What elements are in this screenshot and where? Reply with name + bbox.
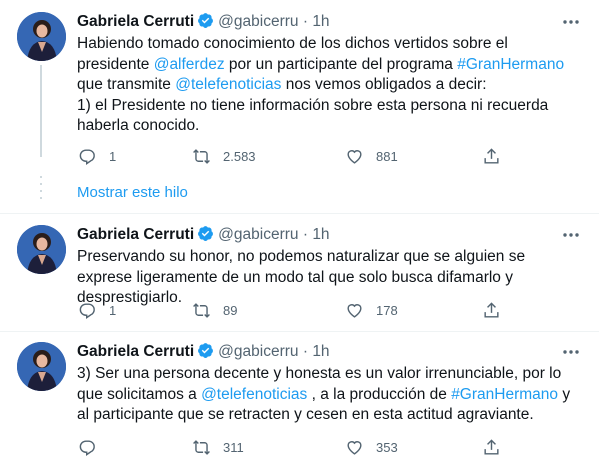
like-button[interactable]: 178 [345, 299, 398, 321]
reply-icon [79, 148, 95, 165]
tweet-text: Habiendo tomado conocimiento de los dich… [77, 34, 582, 137]
like-count: 178 [376, 302, 398, 318]
tweet-header: Gabriela Cerruti @gabicerru · 1h [77, 12, 587, 32]
tweet-header: Gabriela Cerruti @gabicerru · 1h [77, 225, 587, 245]
separator-dot: · [302, 343, 308, 360]
thread-dots [40, 190, 42, 192]
divider [0, 213, 599, 214]
thread-dots [40, 197, 42, 199]
tweet-actions: 1 89 178 [70, 299, 530, 321]
avatar[interactable] [17, 12, 66, 61]
avatar[interactable] [17, 225, 66, 274]
tweet-actions: 1 2.583 881 [70, 145, 530, 167]
tweet-2[interactable]: Gabriela Cerruti @gabicerru · 1h Preserva… [0, 225, 599, 325]
text-segment: 1) el Presidente no tiene información so… [77, 96, 549, 135]
mention-link[interactable]: @alferdez [154, 56, 225, 73]
text-segment: , a la producción de [307, 385, 452, 403]
reply-count: 1 [109, 302, 117, 318]
mention-link[interactable]: @telefenoticias [201, 386, 307, 403]
text-segment: nos vemos obligados a decir: [281, 76, 487, 93]
author-handle[interactable]: @gabicerru [218, 343, 298, 360]
tweet-3[interactable]: Gabriela Cerruti @gabicerru · 1h 3) Ser u… [0, 342, 599, 467]
retweet-count: 2.583 [223, 148, 256, 164]
text-segment: Preservando su honor, no podemos natural… [77, 248, 526, 306]
like-count: 881 [376, 148, 398, 164]
author-handle[interactable]: @gabicerru [218, 226, 298, 243]
author-name[interactable]: Gabriela Cerruti [77, 343, 194, 360]
reply-count: 1 [109, 148, 117, 164]
hashtag-link[interactable]: #GranHermano [457, 56, 564, 73]
reply-button[interactable]: 1 [78, 299, 116, 321]
reply-icon [79, 439, 95, 456]
retweet-icon [193, 302, 210, 318]
hashtag-link[interactable]: #GranHermano [451, 386, 558, 403]
timestamp[interactable]: 1h [312, 13, 329, 30]
tweet-header: Gabriela Cerruti @gabicerru · 1h [77, 342, 587, 362]
tweet-actions: 311 353 [70, 436, 530, 458]
share-button[interactable] [482, 436, 513, 458]
retweet-icon [193, 439, 210, 455]
share-icon [484, 147, 499, 164]
verified-badge-icon [197, 342, 214, 359]
timestamp[interactable]: 1h [312, 226, 329, 243]
separator-dot: · [302, 226, 308, 243]
heart-icon [347, 149, 362, 164]
text-segment: que transmite [77, 76, 176, 93]
thread-line [40, 65, 42, 157]
like-button[interactable]: 881 [345, 145, 398, 167]
thread-dots [40, 176, 42, 178]
share-button[interactable] [482, 299, 513, 321]
tweet-1[interactable]: Gabriela Cerruti @gabicerru · 1h Habiendo… [0, 12, 599, 172]
share-icon [484, 301, 499, 318]
more-options-icon[interactable] [561, 342, 581, 362]
retweet-count: 311 [223, 439, 244, 455]
retweet-button[interactable]: 2.583 [192, 145, 256, 167]
retweet-icon [193, 148, 210, 164]
avatar[interactable] [17, 342, 66, 391]
share-icon [484, 438, 499, 455]
timestamp[interactable]: 1h [312, 343, 329, 360]
retweet-count: 89 [223, 302, 238, 318]
more-options-icon[interactable] [561, 12, 581, 32]
tweet-text: 3) Ser una persona decente y honesta es … [77, 364, 582, 426]
divider [0, 331, 599, 332]
mention-link[interactable]: @telefenoticias [175, 76, 281, 93]
show-thread-link[interactable]: Mostrar este hilo [77, 184, 188, 201]
more-options-icon[interactable] [561, 225, 581, 245]
heart-icon [347, 440, 362, 455]
author-name[interactable]: Gabriela Cerruti [77, 13, 194, 30]
retweet-button[interactable]: 311 [192, 436, 244, 458]
author-handle[interactable]: @gabicerru [218, 13, 298, 30]
reply-button[interactable]: 1 [78, 145, 116, 167]
like-button[interactable]: 353 [345, 436, 398, 458]
text-segment: por un participante del programa [224, 55, 458, 73]
separator-dot: · [302, 13, 308, 30]
author-name[interactable]: Gabriela Cerruti [77, 226, 194, 243]
share-button[interactable] [482, 145, 513, 167]
verified-badge-icon [197, 12, 214, 29]
reply-icon [79, 302, 95, 319]
thread-dots [40, 183, 42, 185]
verified-badge-icon [197, 225, 214, 242]
retweet-button[interactable]: 89 [192, 299, 237, 321]
reply-button[interactable] [78, 436, 109, 458]
heart-icon [347, 303, 362, 318]
like-count: 353 [376, 439, 398, 455]
